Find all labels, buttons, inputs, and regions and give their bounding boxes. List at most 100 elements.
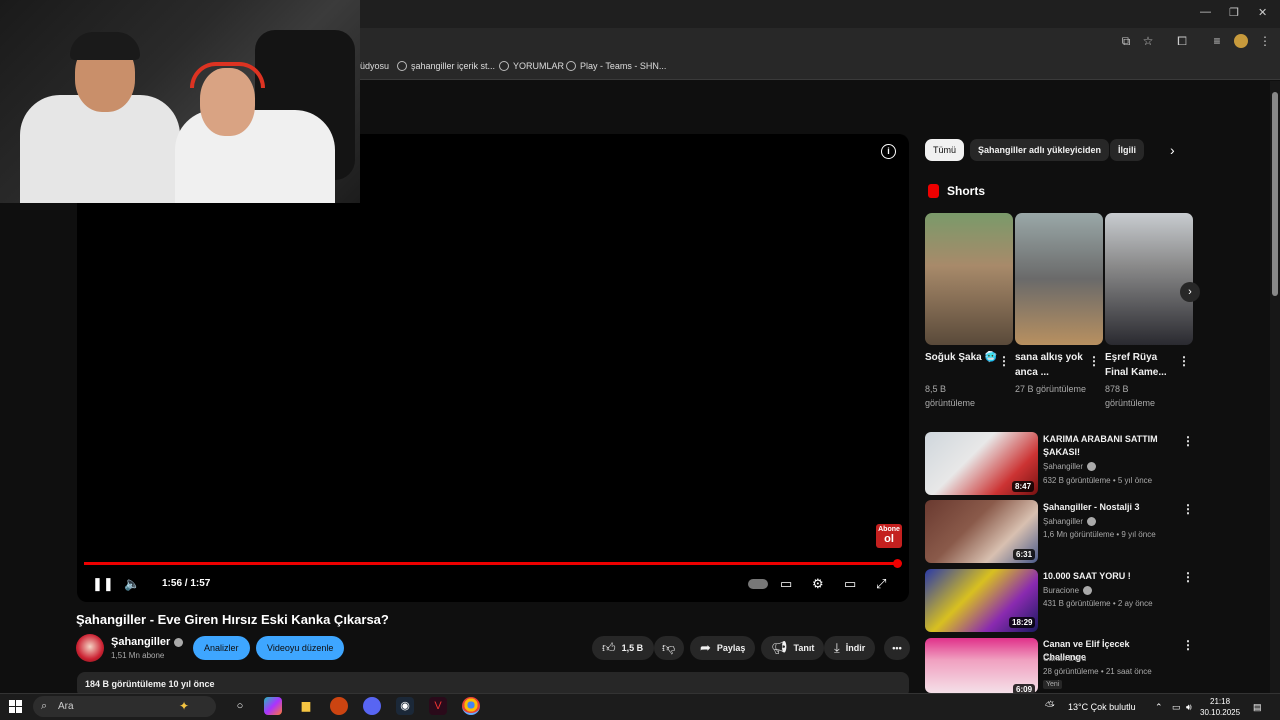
download-label: İndir <box>845 643 866 653</box>
duration-badge: 18:29 <box>1009 617 1036 628</box>
network-icon[interactable]: ▭ <box>1172 702 1181 713</box>
info-icon[interactable]: i <box>881 144 896 159</box>
video-meta: 632 B görüntüleme • 5 yıl önce <box>1043 476 1153 485</box>
bookmark-item[interactable]: şahangiller içerik st... <box>397 61 495 71</box>
bookmark-label: üdyosu <box>360 61 390 71</box>
autoplay-toggle[interactable] <box>748 579 768 589</box>
fullscreen-icon[interactable]: ⤢ <box>876 576 886 592</box>
more-actions-button[interactable]: ••• <box>884 636 910 660</box>
more-vertical-icon[interactable]: ⋮ <box>1182 503 1194 515</box>
chip-all[interactable]: Tümü <box>925 139 965 161</box>
duration-badge: 8:47 <box>1012 481 1035 492</box>
subtitles-icon[interactable]: ▭ <box>780 576 792 592</box>
globe-icon <box>566 61 576 71</box>
chrome-app-icon[interactable] <box>462 697 480 715</box>
taskbar-clock[interactable]: 21:18 30.10.2025 <box>1200 696 1240 718</box>
dislike-button[interactable]: 👎︎ <box>654 636 684 660</box>
download-icon: ⤓ <box>834 640 840 655</box>
shorts-next-chevron-icon[interactable]: › <box>1180 282 1200 302</box>
steam-app-icon[interactable]: ◉ <box>396 697 414 715</box>
channel-link[interactable]: Şahangiller <box>1043 462 1097 472</box>
channel-avatar[interactable] <box>76 634 104 662</box>
promote-button[interactable]: 📢︎ Tanıt <box>761 636 825 660</box>
video-title-link[interactable]: Şahangiller - Nostalji 3 <box>1043 501 1173 514</box>
more-vertical-icon[interactable]: ⋮ <box>1088 355 1100 367</box>
bookmark-star-icon[interactable]: ☆ <box>1141 34 1155 48</box>
bookmark-item[interactable]: Play - Teams - SHN... <box>566 61 666 71</box>
discord-app-icon[interactable] <box>363 697 381 715</box>
tray-chevron-icon[interactable]: ⌃ <box>1155 702 1163 713</box>
video-title: Şahangiller - Eve Giren Hırsız Eski Kank… <box>76 612 389 627</box>
task-view-icon[interactable]: ○ <box>231 697 249 715</box>
valorant-app-icon[interactable]: V <box>429 697 447 715</box>
weather-text[interactable]: 13°C Çok bulutlu <box>1068 702 1136 712</box>
more-horizontal-icon: ••• <box>892 643 902 653</box>
video-player[interactable] <box>77 134 909 602</box>
bookmark-item[interactable]: YORUMLAR <box>499 61 564 71</box>
close-icon[interactable]: ✕ <box>1258 6 1267 19</box>
extensions-icon[interactable]: ⧠ <box>1175 34 1189 48</box>
download-button[interactable]: ⤓ İndir <box>824 636 876 660</box>
install-app-icon[interactable]: ⧉ <box>1119 34 1133 48</box>
like-button[interactable]: 👍︎ 1,5 B <box>592 636 654 660</box>
pause-icon[interactable]: ❚❚ <box>92 576 114 592</box>
short-title[interactable]: Eşref Rüya Final Kame... <box>1105 350 1177 380</box>
notification-icon[interactable]: ▤ <box>1253 702 1262 713</box>
more-vertical-icon[interactable]: ⋮ <box>1182 571 1194 583</box>
shorts-heading: Shorts <box>947 184 986 198</box>
share-button[interactable]: ➦ Paylaş <box>690 636 756 660</box>
channel-link[interactable]: Canan Duru <box>1043 654 1086 663</box>
video-meta: 431 B görüntüleme • 2 ay önce <box>1043 599 1153 608</box>
bookmark-item[interactable]: üdyosu <box>360 61 389 71</box>
chip-related[interactable]: İlgili <box>1110 139 1144 161</box>
chip-from-uploader[interactable]: Şahangiller adlı yükleyiciden <box>970 139 1110 161</box>
megaphone-icon: 📢︎ <box>771 640 788 655</box>
media-control-icon[interactable]: ≡ <box>1210 34 1224 48</box>
analytics-button[interactable]: Analizler <box>193 636 250 660</box>
copilot-app-icon[interactable] <box>264 697 282 715</box>
progress-scrubber[interactable] <box>893 559 902 568</box>
duration-badge: 6:31 <box>1013 549 1036 560</box>
minimize-icon[interactable]: — <box>1200 6 1211 18</box>
settings-gear-icon[interactable]: ⚙ <box>812 576 824 592</box>
weather-icon[interactable]: ⛅︎ <box>1045 699 1055 714</box>
taskbar-search[interactable]: ⌕ Ara ✦ <box>33 696 216 717</box>
restore-icon[interactable]: ❐ <box>1229 6 1239 19</box>
volume-icon[interactable]: 🔈 <box>124 576 140 592</box>
progress-bar[interactable] <box>84 562 900 565</box>
recording-app-icon[interactable] <box>330 697 348 715</box>
more-vertical-icon[interactable]: ⋮ <box>998 355 1010 367</box>
channel-link[interactable]: Şahangiller <box>1043 517 1097 527</box>
subscribe-watermark[interactable]: Abone ol <box>876 524 902 548</box>
file-explorer-icon[interactable]: ▆ <box>297 697 315 715</box>
more-vertical-icon[interactable]: ⋮ <box>1182 639 1194 651</box>
scrollbar-thumb[interactable] <box>1272 92 1278 296</box>
start-windows-icon[interactable] <box>9 700 22 713</box>
share-label: Paylaş <box>716 643 746 653</box>
speaker-icon[interactable]: 🔊︎ <box>1186 702 1192 713</box>
channel-link[interactable]: Buracione <box>1043 586 1093 596</box>
verified-icon <box>1083 586 1093 596</box>
verified-icon <box>1087 517 1097 527</box>
time-display: 1:56 / 1:57 <box>162 578 211 589</box>
theater-mode-icon[interactable]: ▭ <box>844 576 856 592</box>
edit-video-button[interactable]: Videoyu düzenle <box>256 636 345 660</box>
globe-icon <box>397 61 407 71</box>
share-icon: ➦ <box>700 640 711 655</box>
more-vertical-icon[interactable]: ⋮ <box>1178 355 1190 367</box>
short-thumbnail[interactable] <box>925 213 1013 345</box>
more-vertical-icon[interactable]: ⋮ <box>1182 435 1194 447</box>
new-badge: Yeni <box>1043 680 1063 689</box>
browser-menu-icon[interactable]: ⋮ <box>1258 34 1272 48</box>
chips-next-chevron-icon[interactable]: › <box>1170 142 1175 158</box>
short-thumbnail[interactable] <box>1015 213 1103 345</box>
search-placeholder: Ara <box>58 701 74 712</box>
short-title[interactable]: sana alkış yok anca ... <box>1015 350 1087 380</box>
video-title-link[interactable]: 10.000 SAAT YORU ! <box>1043 570 1173 583</box>
profile-avatar[interactable] <box>1234 34 1248 48</box>
like-count: 1,5 B <box>621 643 644 653</box>
short-title[interactable]: Soğuk Şaka 🥶 <box>925 350 997 365</box>
video-title-link[interactable]: KARIMA ARABANI SATTIM ŞAKASI! <box>1043 433 1173 459</box>
channel-name[interactable]: Şahangiller <box>111 636 184 648</box>
short-thumbnail[interactable] <box>1105 213 1193 345</box>
